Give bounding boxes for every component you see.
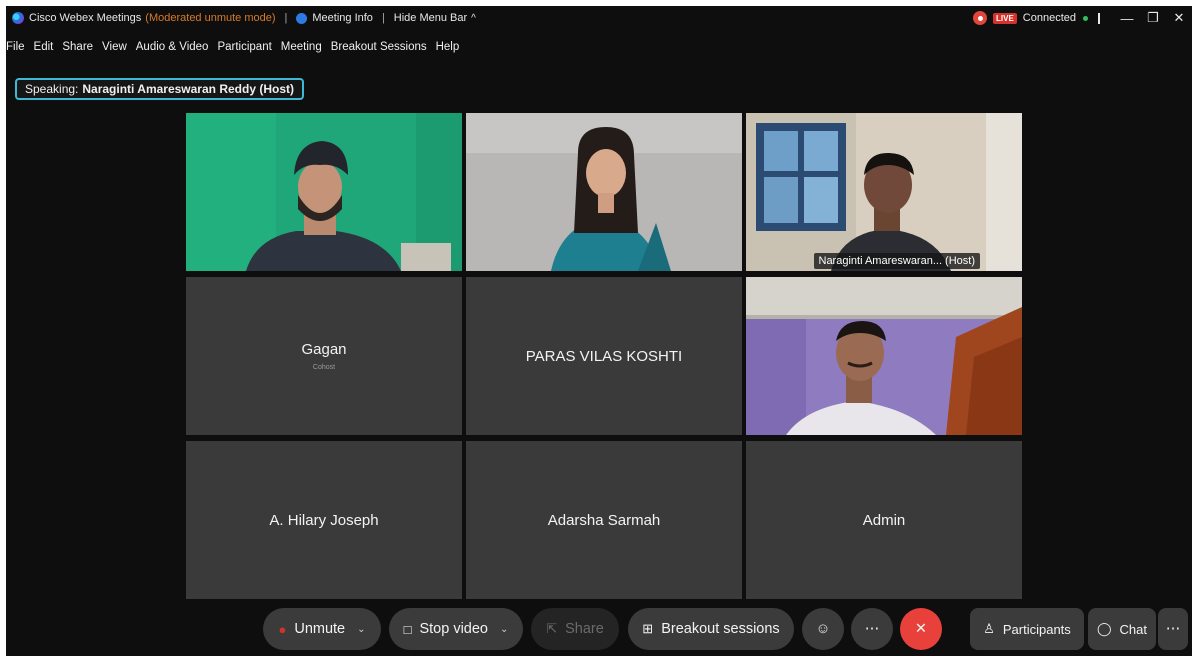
unmute-label: Unmute bbox=[294, 621, 346, 637]
speaking-label: Speaking: bbox=[25, 82, 79, 96]
participant-name: Adarsha Sarmah bbox=[547, 511, 661, 529]
reactions-button[interactable]: ☺ bbox=[802, 608, 844, 650]
menu-help[interactable]: Help bbox=[436, 41, 460, 53]
video-tile[interactable]: PARAS VILAS KOSHTI bbox=[466, 277, 742, 435]
divider: | bbox=[284, 12, 288, 24]
minimize-icon[interactable]: — bbox=[1114, 11, 1140, 26]
participants-button[interactable]: ♙ Participants bbox=[970, 608, 1084, 650]
participant-name: PARAS VILAS KOSHTI bbox=[525, 347, 683, 365]
chat-button[interactable]: ◯ Chat bbox=[1088, 608, 1156, 650]
participants-icon: ♙ bbox=[983, 621, 995, 636]
participant-video bbox=[466, 113, 742, 271]
chevron-down-icon[interactable]: ⌄ bbox=[500, 624, 508, 635]
info-icon bbox=[296, 12, 308, 24]
leave-meeting-button[interactable]: ✕ bbox=[900, 608, 942, 650]
meeting-info-button[interactable]: Meeting Info bbox=[296, 12, 373, 24]
share-button[interactable]: ⇱ Share bbox=[531, 608, 619, 650]
menu-breakout-sessions[interactable]: Breakout Sessions bbox=[331, 41, 427, 53]
webex-window: Cisco Webex Meetings (Moderated unmute m… bbox=[6, 6, 1192, 656]
connection-status: Connected bbox=[1022, 12, 1076, 24]
participant-name: A. Hilary Joseph bbox=[269, 511, 379, 529]
title-bar: Cisco Webex Meetings (Moderated unmute m… bbox=[6, 6, 1192, 30]
hide-menu-bar-label: Hide Menu Bar bbox=[393, 12, 468, 24]
speaking-name: Naraginti Amareswaran Reddy (Host) bbox=[82, 82, 294, 96]
participant-video bbox=[746, 277, 1022, 435]
participant-name-tag: Naraginti Amareswaran... (Host) bbox=[813, 253, 980, 269]
video-tile[interactable]: A. Hilary Joseph bbox=[186, 441, 462, 599]
unmute-button[interactable]: ● Unmute ⌄ bbox=[263, 608, 381, 650]
video-tile[interactable] bbox=[186, 113, 462, 271]
stop-video-button[interactable]: □ Stop video ⌄ bbox=[389, 608, 523, 650]
participant-video bbox=[186, 113, 462, 271]
app-title: Cisco Webex Meetings bbox=[29, 12, 142, 24]
hide-menu-bar-button[interactable]: Hide Menu Bar ^ bbox=[394, 12, 476, 24]
menu-share[interactable]: Share bbox=[62, 41, 93, 53]
video-tile[interactable] bbox=[746, 277, 1022, 435]
breakout-sessions-button[interactable]: ⊞ Breakout sessions bbox=[628, 608, 794, 650]
recording-icon[interactable] bbox=[973, 11, 987, 25]
share-screen-icon: ⇱ bbox=[546, 621, 558, 636]
close-icon: ✕ bbox=[914, 621, 928, 637]
close-icon[interactable]: ✕ bbox=[1166, 10, 1192, 26]
ellipsis-icon: ⋯ bbox=[864, 621, 880, 637]
ellipsis-icon: ⋯ bbox=[1165, 621, 1181, 637]
participant-video bbox=[746, 113, 1022, 271]
video-tile-host[interactable]: Naraginti Amareswaran... (Host) bbox=[746, 113, 1022, 271]
menu-audio-video[interactable]: Audio & Video bbox=[136, 41, 209, 53]
video-tile[interactable]: Admin bbox=[746, 441, 1022, 599]
webex-logo-icon bbox=[12, 12, 24, 24]
divider: | bbox=[381, 12, 385, 24]
participant-role: Cohost bbox=[312, 364, 336, 371]
divider bbox=[1098, 12, 1100, 24]
menu-view[interactable]: View bbox=[102, 41, 127, 53]
menu-file[interactable]: File bbox=[6, 41, 25, 53]
breakout-label: Breakout sessions bbox=[661, 621, 780, 637]
menu-edit[interactable]: Edit bbox=[34, 41, 54, 53]
menu-participant[interactable]: Participant bbox=[217, 41, 271, 53]
microphone-off-icon: ● bbox=[278, 621, 287, 637]
moderated-mode-label: (Moderated unmute mode) bbox=[145, 12, 276, 24]
smiley-icon: ☺ bbox=[815, 621, 831, 637]
video-tile[interactable] bbox=[466, 113, 742, 271]
video-tile[interactable]: Gagan Cohost bbox=[186, 277, 462, 435]
menu-meeting[interactable]: Meeting bbox=[281, 41, 322, 53]
chevron-up-icon: ^ bbox=[471, 12, 476, 24]
participants-label: Participants bbox=[1002, 621, 1071, 637]
chat-label: Chat bbox=[1119, 621, 1148, 637]
camera-icon: □ bbox=[403, 621, 412, 637]
live-badge: LIVE bbox=[993, 12, 1017, 24]
more-options-button[interactable]: ⋯ bbox=[851, 608, 893, 650]
video-tile[interactable]: Adarsha Sarmah bbox=[466, 441, 742, 599]
restore-icon[interactable]: ❐ bbox=[1140, 10, 1166, 26]
video-grid: Naraginti Amareswaran... (Host) Gagan Co… bbox=[186, 113, 1022, 599]
connected-dot-icon bbox=[1083, 15, 1088, 21]
chevron-down-icon[interactable]: ⌄ bbox=[357, 624, 365, 635]
chat-bubble-icon: ◯ bbox=[1096, 621, 1112, 636]
more-panels-button[interactable]: ⋯ bbox=[1158, 608, 1188, 650]
participant-name: Gagan bbox=[301, 341, 347, 358]
share-label: Share bbox=[565, 621, 604, 637]
meeting-info-label: Meeting Info bbox=[312, 12, 373, 24]
meeting-controls: ● Unmute ⌄ □ Stop video ⌄ ⇱ Share ⊞ Brea… bbox=[6, 608, 1192, 652]
stop-video-label: Stop video bbox=[419, 621, 488, 637]
breakout-grid-icon: ⊞ bbox=[642, 621, 654, 636]
titlebar-right: LIVE Connected — ❐ ✕ bbox=[973, 6, 1192, 30]
menu-bar: File Edit Share View Audio & Video Parti… bbox=[6, 38, 468, 56]
participant-name: Admin bbox=[862, 511, 906, 529]
speaking-indicator: Speaking: Naraginti Amareswaran Reddy (H… bbox=[15, 78, 304, 100]
